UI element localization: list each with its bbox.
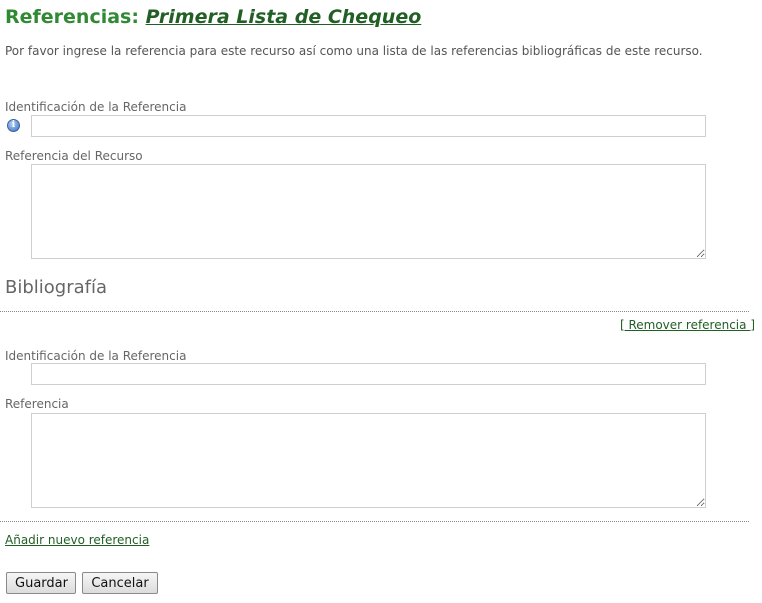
resource-ref-textarea[interactable] <box>31 164 706 259</box>
bib-ref-id-input[interactable] <box>31 363 706 385</box>
save-button[interactable]: Guardar <box>6 572 76 594</box>
section-divider <box>0 311 749 312</box>
entry-divider <box>0 521 749 522</box>
ref-id-label: Identificación de la Referencia <box>5 100 187 114</box>
cancel-button[interactable]: Cancelar <box>82 572 158 594</box>
bibliography-heading: Bibliografía <box>5 277 108 298</box>
bib-ref-id-label: Identificación de la Referencia <box>5 349 187 363</box>
intro-text: Por favor ingrese la referencia para est… <box>5 44 703 58</box>
resource-ref-label: Referencia del Recurso <box>5 149 143 163</box>
bib-ref-label: Referencia <box>5 397 69 411</box>
bib-ref-textarea[interactable] <box>31 413 706 508</box>
page-title: Referencias: Primera Lista de Chequeo <box>5 6 421 28</box>
page-title-prefix: Referencias: <box>5 6 146 28</box>
remove-reference-link[interactable]: [ Remover referencia ] <box>620 318 755 332</box>
add-reference-link[interactable]: Añadir nuevo referencia <box>5 533 149 547</box>
ref-id-input[interactable] <box>31 115 706 137</box>
resource-title-link[interactable]: Primera Lista de Chequeo <box>146 6 422 28</box>
info-icon[interactable]: i <box>7 119 20 132</box>
